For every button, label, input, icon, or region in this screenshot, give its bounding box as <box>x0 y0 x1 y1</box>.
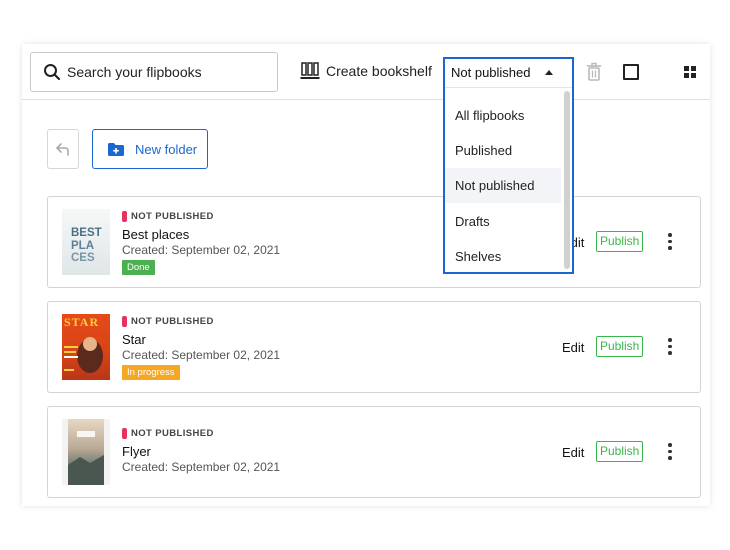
more-options-icon[interactable] <box>668 443 672 460</box>
filter-dropdown[interactable]: Not published All flipbooks Published No… <box>443 57 574 274</box>
flipbook-thumbnail <box>62 419 110 485</box>
filter-option-drafts[interactable]: Drafts <box>445 204 561 239</box>
status-dot <box>122 316 127 327</box>
publish-button[interactable]: Publish <box>596 231 644 252</box>
edit-button[interactable]: Edit <box>562 340 584 355</box>
new-folder-label: New folder <box>135 141 198 157</box>
status-text: NOT PUBLISHED <box>131 316 214 327</box>
progress-tag: In progress <box>122 365 180 380</box>
folder-plus-icon <box>108 142 124 156</box>
filter-option-all-flipbooks[interactable]: All flipbooks <box>445 98 561 133</box>
publish-button[interactable]: Publish <box>596 336 644 357</box>
publish-button[interactable]: Publish <box>596 441 644 462</box>
back-button[interactable] <box>47 129 79 169</box>
filter-selected-value[interactable]: Not published <box>451 65 531 80</box>
flipbook-row[interactable]: NOT PUBLISHED Flyer Created: September 0… <box>47 406 701 498</box>
edit-button[interactable]: Edit <box>562 445 584 460</box>
search-input[interactable] <box>67 64 257 80</box>
flipbooks-panel: Create bookshelf New folder <box>22 44 710 506</box>
flipbook-row[interactable]: STAR NOT PUBLISHED Star Created: Septemb… <box>47 301 701 393</box>
svg-text:BEST: BEST <box>71 227 102 239</box>
status-text: NOT PUBLISHED <box>131 428 214 439</box>
new-folder-button[interactable]: New folder <box>92 129 208 169</box>
status-text: NOT PUBLISHED <box>131 211 214 222</box>
flipbook-thumbnail: BEST PLA CES <box>62 209 110 275</box>
filter-option-published[interactable]: Published <box>445 133 561 168</box>
trash-icon[interactable] <box>586 62 602 82</box>
svg-text:STAR: STAR <box>64 315 99 329</box>
dropdown-divider <box>445 87 572 88</box>
filter-option-not-published[interactable]: Not published <box>445 168 561 203</box>
status-dot <box>122 211 127 222</box>
more-options-icon[interactable] <box>668 233 672 250</box>
dropdown-scrollbar[interactable] <box>564 91 570 269</box>
status-label: NOT PUBLISHED <box>122 428 214 439</box>
status-label: NOT PUBLISHED <box>122 211 214 222</box>
flipbook-thumbnail: STAR <box>62 314 110 380</box>
status-label: NOT PUBLISHED <box>122 316 214 327</box>
flipbook-title[interactable]: Flyer <box>122 444 151 459</box>
created-date: Created: September 02, 2021 <box>122 460 281 474</box>
toolbar: Create bookshelf <box>22 44 710 100</box>
svg-text:PLA: PLA <box>71 240 94 252</box>
create-bookshelf-label: Create bookshelf <box>326 63 432 79</box>
back-arrow-icon <box>56 143 69 156</box>
flipbook-title[interactable]: Best places <box>122 227 189 242</box>
progress-tag: Done <box>122 260 155 275</box>
bookshelf-icon <box>300 62 320 79</box>
search-icon <box>44 64 61 81</box>
flipbook-row[interactable]: BEST PLA CES NOT PUBLISHED Best places C… <box>47 196 701 288</box>
search-box[interactable] <box>30 52 278 92</box>
create-bookshelf-button[interactable]: Create bookshelf <box>300 62 432 80</box>
created-date: Created: September 02, 2021 <box>122 243 281 257</box>
svg-text:CES: CES <box>71 252 95 264</box>
filter-option-shelves[interactable]: Shelves <box>445 239 561 274</box>
flipbook-title[interactable]: Star <box>122 332 146 347</box>
select-all-checkbox[interactable] <box>623 64 639 80</box>
created-date: Created: September 02, 2021 <box>122 348 281 362</box>
more-options-icon[interactable] <box>668 338 672 355</box>
status-dot <box>122 428 127 439</box>
caret-up-icon[interactable] <box>545 70 553 75</box>
grid-view-icon[interactable] <box>684 66 696 78</box>
